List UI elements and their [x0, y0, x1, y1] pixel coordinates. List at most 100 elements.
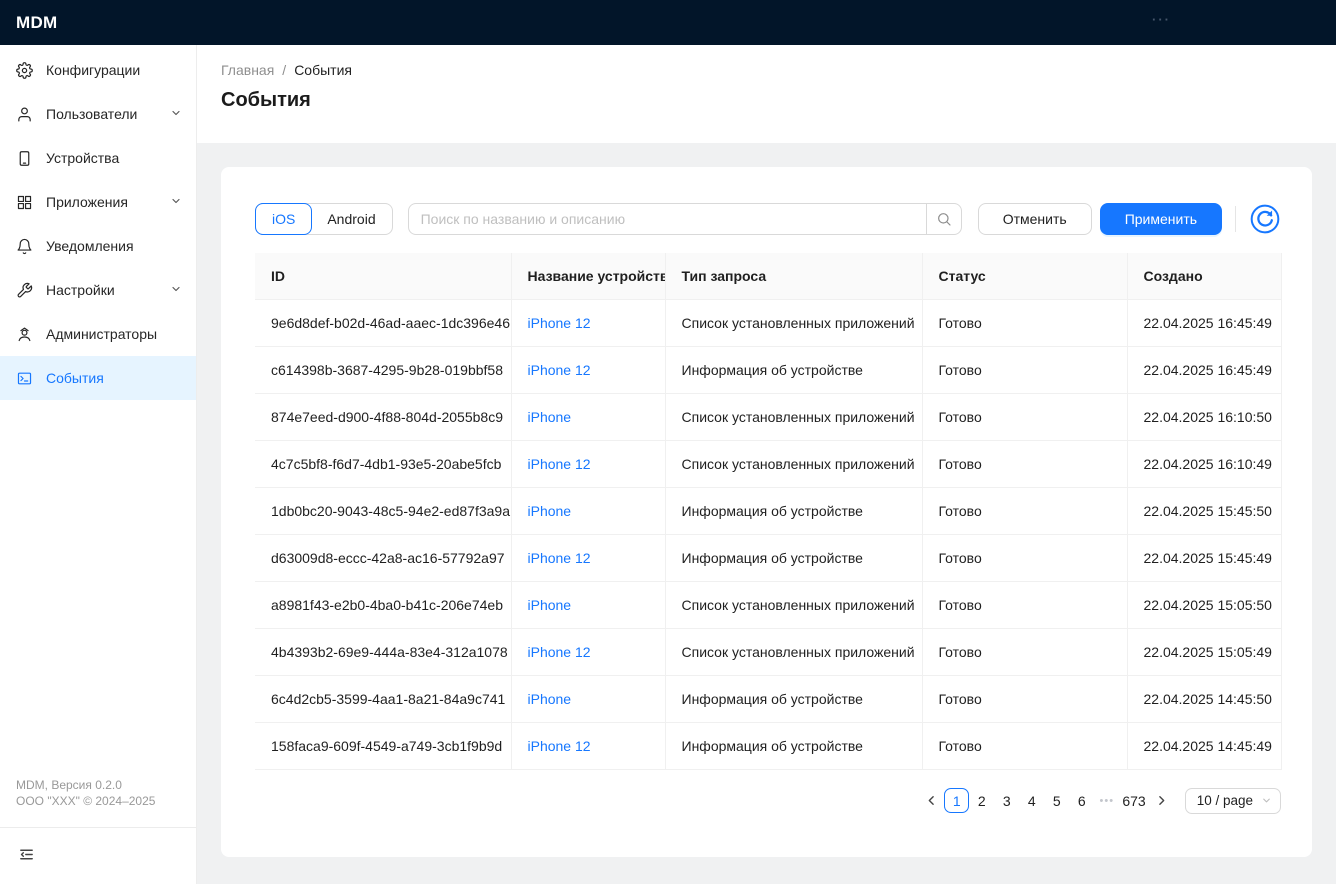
sidebar-item-label: Настройки: [46, 282, 115, 298]
column-header-device: Название устройства: [511, 253, 665, 299]
filters-toolbar: iOS Android Отменить Применить: [255, 203, 1281, 235]
breadcrumb: Главная / События: [221, 62, 1312, 78]
pagination-page-3[interactable]: 3: [994, 788, 1019, 813]
device-link[interactable]: iPhone: [528, 597, 572, 613]
device-icon: [16, 150, 33, 167]
sidebar-item-administrators[interactable]: Администраторы: [0, 312, 196, 356]
apply-button[interactable]: Применить: [1100, 203, 1222, 235]
cell-created: 22.04.2025 16:10:49: [1127, 440, 1281, 487]
table-row: 874e7eed-d900-4f88-804d-2055b8c9 iPhone …: [255, 393, 1281, 440]
chevron-down-icon: [170, 106, 182, 122]
platform-tab-ios[interactable]: iOS: [255, 203, 312, 235]
cell-type: Информация об устройстве: [665, 722, 922, 769]
device-link[interactable]: iPhone 12: [528, 362, 591, 378]
toolbar-divider: [1235, 206, 1236, 232]
cell-type: Информация об устройстве: [665, 675, 922, 722]
platform-tab-android[interactable]: Android: [311, 203, 391, 235]
breadcrumb-home-link[interactable]: Главная: [221, 62, 274, 78]
pagination-next-button[interactable]: [1149, 788, 1174, 813]
refresh-button[interactable]: [1249, 203, 1281, 235]
page-size-select[interactable]: 10 / page: [1185, 788, 1281, 814]
table-row: c614398b-3687-4295-9b28-019bbf58 iPhone …: [255, 346, 1281, 393]
sidebar-item-label: Пользователи: [46, 106, 137, 122]
device-link[interactable]: iPhone 12: [528, 550, 591, 566]
cell-status: Готово: [922, 628, 1127, 675]
events-table: ID Название устройства Тип запроса Стату…: [255, 253, 1282, 770]
sidebar-item-label: Приложения: [46, 194, 128, 210]
cell-type: Информация об устройстве: [665, 487, 922, 534]
pagination-jump-next[interactable]: •••: [1094, 788, 1119, 813]
cell-id: c614398b-3687-4295-9b28-019bbf58: [255, 346, 511, 393]
table-row: d63009d8-eccc-42a8-ac16-57792a97 iPhone …: [255, 534, 1281, 581]
column-header-status: Статус: [922, 253, 1127, 299]
cancel-button[interactable]: Отменить: [978, 203, 1092, 235]
cell-created: 22.04.2025 16:45:49: [1127, 346, 1281, 393]
app-logo: MDM: [16, 13, 58, 33]
cell-status: Готово: [922, 346, 1127, 393]
cell-id: 158faca9-609f-4549-a749-3cb1f9b9d: [255, 722, 511, 769]
app-version: MDM, Версия 0.2.0: [16, 777, 180, 793]
pagination: 1 2 3 4 5 6 ••• 673 10 / page: [255, 787, 1281, 815]
device-link[interactable]: iPhone: [528, 409, 572, 425]
column-header-type: Тип запроса: [665, 253, 922, 299]
cell-id: d63009d8-eccc-42a8-ac16-57792a97: [255, 534, 511, 581]
table-row: 6c4d2cb5-3599-4aa1-8a21-84a9c741 iPhone …: [255, 675, 1281, 722]
sidebar-item-label: События: [46, 370, 104, 386]
cell-type: Информация об устройстве: [665, 346, 922, 393]
pagination-page-6[interactable]: 6: [1069, 788, 1094, 813]
pagination-page-last[interactable]: 673: [1119, 788, 1148, 813]
table-row: 1db0bc20-9043-48c5-94e2-ed87f3a9a iPhone…: [255, 487, 1281, 534]
table-row: 158faca9-609f-4549-a749-3cb1f9b9d iPhone…: [255, 722, 1281, 769]
top-bar: MDM ···: [0, 0, 1336, 45]
sidebar-item-users[interactable]: Пользователи: [0, 92, 196, 136]
platform-segmented-control: iOS Android: [255, 203, 393, 235]
search-input[interactable]: [408, 203, 926, 235]
device-link[interactable]: iPhone 12: [528, 315, 591, 331]
pagination-page-2[interactable]: 2: [969, 788, 994, 813]
table-row: a8981f43-e2b0-4ba0-b41c-206e74eb iPhone …: [255, 581, 1281, 628]
wrench-icon: [16, 282, 33, 299]
sidebar-item-settings[interactable]: Настройки: [0, 268, 196, 312]
apps-grid-icon: [16, 194, 33, 211]
user-icon: [16, 106, 33, 123]
cell-type: Список установленных приложений: [665, 581, 922, 628]
device-link[interactable]: iPhone 12: [528, 456, 591, 472]
device-link[interactable]: iPhone: [528, 503, 572, 519]
cell-type: Список установленных приложений: [665, 628, 922, 675]
sidebar: Конфигурации Пользователи Устройства: [0, 45, 197, 884]
cell-status: Готово: [922, 534, 1127, 581]
console-icon: [16, 370, 33, 387]
search-box: [408, 203, 962, 235]
cell-created: 22.04.2025 15:05:50: [1127, 581, 1281, 628]
chevron-down-icon: [170, 194, 182, 210]
column-header-created: Создано: [1127, 253, 1281, 299]
cell-type: Список установленных приложений: [665, 440, 922, 487]
sidebar-item-devices[interactable]: Устройства: [0, 136, 196, 180]
cell-created: 22.04.2025 14:45:49: [1127, 722, 1281, 769]
cell-status: Готово: [922, 675, 1127, 722]
pagination-prev-button[interactable]: [919, 788, 944, 813]
pagination-page-4[interactable]: 4: [1019, 788, 1044, 813]
device-link[interactable]: iPhone: [528, 691, 572, 707]
device-link[interactable]: iPhone 12: [528, 644, 591, 660]
page-header: Главная / События События: [197, 45, 1336, 143]
sidebar-item-applications[interactable]: Приложения: [0, 180, 196, 224]
menu-fold-icon[interactable]: [18, 846, 35, 866]
sidebar-item-configurations[interactable]: Конфигурации: [0, 48, 196, 92]
sidebar-item-notifications[interactable]: Уведомления: [0, 224, 196, 268]
page-size-value: 10 / page: [1197, 793, 1253, 808]
cell-status: Готово: [922, 440, 1127, 487]
overflow-menu-icon[interactable]: ···: [1152, 12, 1171, 27]
sidebar-item-events[interactable]: События: [0, 356, 196, 400]
search-button[interactable]: [926, 203, 962, 235]
cell-created: 22.04.2025 16:10:50: [1127, 393, 1281, 440]
device-link[interactable]: iPhone 12: [528, 738, 591, 754]
cell-status: Готово: [922, 722, 1127, 769]
pagination-page-1[interactable]: 1: [944, 788, 969, 813]
table-row: 4c7c5bf8-f6d7-4db1-93e5-20abe5fcb iPhone…: [255, 440, 1281, 487]
cell-status: Готово: [922, 299, 1127, 346]
pagination-page-5[interactable]: 5: [1044, 788, 1069, 813]
column-header-id: ID: [255, 253, 511, 299]
table-row: 4b4393b2-69e9-444a-83e4-312a1078 iPhone …: [255, 628, 1281, 675]
table-header-row: ID Название устройства Тип запроса Стату…: [255, 253, 1281, 299]
